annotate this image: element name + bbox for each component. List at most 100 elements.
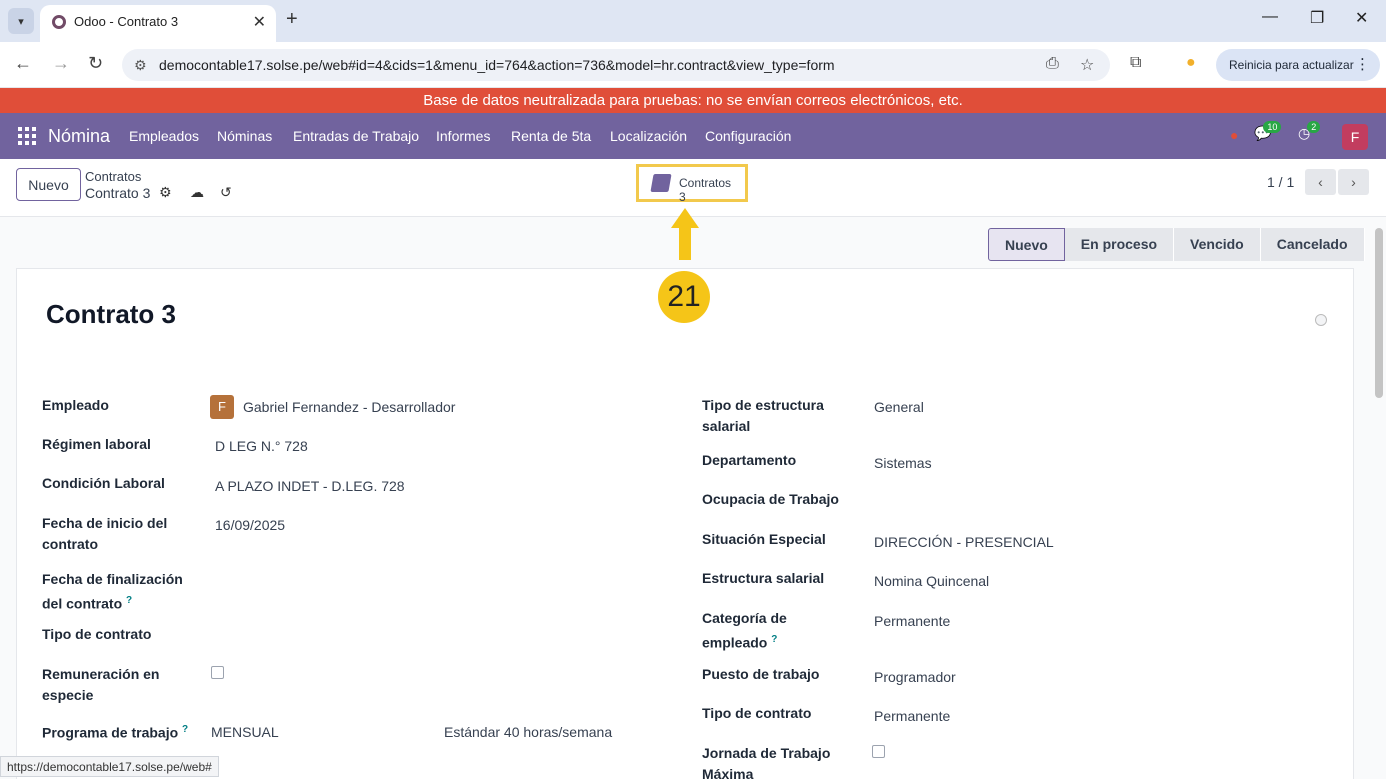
maximize-icon[interactable]: ❐ bbox=[1310, 8, 1324, 28]
browser-toolbar: ← → ↻ ⚙ democontable17.solse.pe/web#id=4… bbox=[0, 42, 1386, 88]
label-programa-text: Programa de trabajo bbox=[42, 724, 179, 741]
label-estructura-salarial: Estructura salarial bbox=[702, 570, 825, 586]
user-avatar[interactable]: F bbox=[1342, 124, 1368, 150]
label-categoria-line2: empleado bbox=[702, 634, 768, 651]
label-tipo-estructura-line2: salarial bbox=[702, 418, 751, 434]
label-jornada-line2: Máxima bbox=[702, 766, 754, 779]
address-bar[interactable]: ⚙ democontable17.solse.pe/web#id=4&cids=… bbox=[122, 49, 1110, 81]
help-icon[interactable]: ? bbox=[126, 595, 132, 606]
record-title[interactable]: Contrato 3 bbox=[46, 299, 176, 330]
annotation-arrow-stem bbox=[679, 227, 691, 260]
tab-search-button[interactable]: ▾ bbox=[8, 8, 34, 34]
field-estructura-salarial[interactable]: Nomina Quincenal bbox=[874, 573, 989, 589]
field-tipo-estructura-salarial[interactable]: General bbox=[874, 399, 924, 415]
tab-close-icon[interactable]: ✕ bbox=[253, 12, 266, 32]
label-departamento: Departamento bbox=[702, 452, 797, 468]
field-tipo-contrato[interactable]: Permanente bbox=[874, 708, 950, 724]
field-programa-trabajo[interactable]: MENSUAL bbox=[211, 724, 279, 740]
pager-next-button[interactable]: › bbox=[1338, 169, 1369, 195]
menu-empleados[interactable]: Empleados bbox=[129, 128, 199, 144]
stage-en-proceso[interactable]: En proceso bbox=[1064, 228, 1175, 261]
pager-value[interactable]: 1 / 1 bbox=[1267, 174, 1294, 190]
kanban-state-icon[interactable] bbox=[1315, 314, 1327, 326]
field-departamento[interactable]: Sistemas bbox=[874, 455, 932, 471]
label-remuneracion-line1: Remuneración en bbox=[42, 666, 160, 682]
menu-entradas-de-trabajo[interactable]: Entradas de Trabajo bbox=[293, 128, 419, 144]
field-puesto-trabajo[interactable]: Programador bbox=[874, 669, 956, 685]
messages-count-badge: 10 bbox=[1263, 121, 1282, 133]
app-brand[interactable]: Nómina bbox=[48, 126, 110, 147]
label-ocupacion-trabajo: Ocupacia de Trabajo bbox=[702, 491, 839, 507]
label-fecha-fin: Fecha de finalización del contrato ? bbox=[42, 569, 183, 615]
field-situacion-especial[interactable]: DIRECCIÓN - PRESENCIAL bbox=[874, 534, 1054, 550]
more-options-icon[interactable]: ⋮ bbox=[1355, 55, 1370, 73]
messages-icon[interactable]: 💬 10 bbox=[1254, 121, 1282, 142]
cloud-save-icon[interactable]: ☁ bbox=[190, 184, 204, 201]
label-situacion-especial: Situación Especial bbox=[702, 531, 826, 547]
bookmark-star-icon[interactable]: ☆ bbox=[1080, 55, 1094, 75]
install-app-icon[interactable]: ⎙ bbox=[1046, 55, 1059, 73]
new-tab-button[interactable]: + bbox=[286, 8, 298, 31]
checkbox-remuneracion-especie[interactable] bbox=[211, 666, 224, 679]
browser-tabbar: ▾ Odoo - Contrato 3 ✕ + — ❐ ✕ bbox=[0, 0, 1386, 42]
label-tipo-estructura-salarial: Tipo de estructura salarial bbox=[702, 395, 824, 437]
gear-icon[interactable]: ⚙ bbox=[159, 184, 172, 201]
label-remuneracion-line2: especie bbox=[42, 687, 94, 703]
profile-icon[interactable]: ● bbox=[1186, 54, 1196, 72]
status-dot-icon[interactable]: ● bbox=[1230, 127, 1238, 143]
new-record-button[interactable]: Nuevo bbox=[16, 168, 81, 201]
apps-menu-icon[interactable] bbox=[18, 127, 36, 145]
pager-previous-button[interactable]: ‹ bbox=[1305, 169, 1336, 195]
help-icon[interactable]: ? bbox=[771, 634, 777, 645]
chevron-right-icon: › bbox=[1351, 174, 1356, 190]
stage-nuevo[interactable]: Nuevo bbox=[988, 228, 1065, 261]
menu-renta-de-5ta[interactable]: Renta de 5ta bbox=[511, 128, 591, 144]
breadcrumb-contratos[interactable]: Contratos bbox=[85, 169, 141, 184]
chevron-left-icon: ‹ bbox=[1318, 174, 1323, 190]
form-sheet: Contrato 3 Empleado F Gabriel Fernandez … bbox=[16, 268, 1354, 779]
checkbox-jornada-maxima[interactable] bbox=[872, 745, 885, 758]
menu-nominas[interactable]: Nóminas bbox=[217, 128, 272, 144]
field-condicion-laboral[interactable]: A PLAZO INDET - D.LEG. 728 bbox=[215, 478, 405, 494]
help-icon[interactable]: ? bbox=[182, 724, 188, 735]
contracts-smart-button[interactable]: Contratos 3 bbox=[636, 164, 748, 204]
label-tipo-contrato-right: Tipo de contrato bbox=[702, 705, 812, 721]
label-fecha-fin-line1: Fecha de finalización bbox=[42, 571, 183, 587]
forward-icon[interactable]: → bbox=[52, 53, 70, 74]
annotation-step-badge: 21 bbox=[658, 271, 710, 323]
field-fecha-inicio[interactable]: 16/09/2025 bbox=[215, 517, 285, 533]
activities-count-badge: 2 bbox=[1307, 121, 1321, 133]
field-regimen-laboral[interactable]: D LEG N.° 728 bbox=[215, 438, 308, 454]
tab-title: Odoo - Contrato 3 bbox=[74, 14, 179, 29]
url-text[interactable]: democontable17.solse.pe/web#id=4&cids=1&… bbox=[159, 57, 835, 73]
menu-localizacion[interactable]: Localización bbox=[610, 128, 687, 144]
label-fecha-inicio-line2: contrato bbox=[42, 536, 98, 552]
menu-configuracion[interactable]: Configuración bbox=[705, 128, 791, 144]
label-programa-trabajo: Programa de trabajo ? bbox=[42, 719, 188, 744]
label-fecha-fin-line2: del contrato bbox=[42, 595, 123, 612]
activities-icon[interactable]: ◷ 2 bbox=[1298, 121, 1321, 142]
field-categoria-empleado[interactable]: Permanente bbox=[874, 613, 950, 629]
restart-to-update-button[interactable]: Reinicia para actualizar ⋮ bbox=[1216, 49, 1380, 81]
field-empleado[interactable]: Gabriel Fernandez - Desarrollador bbox=[243, 399, 455, 415]
menu-informes[interactable]: Informes bbox=[436, 128, 490, 144]
label-jornada-line1: Jornada de Trabajo bbox=[702, 745, 831, 761]
site-settings-icon[interactable]: ⚙ bbox=[134, 57, 147, 74]
browser-tab[interactable]: Odoo - Contrato 3 ✕ bbox=[40, 5, 276, 42]
page-scrollbar[interactable] bbox=[1375, 228, 1383, 398]
label-categoria-line1: Categoría de bbox=[702, 610, 787, 626]
reload-icon[interactable]: ↻ bbox=[88, 53, 103, 74]
extensions-icon[interactable]: ⧉ bbox=[1130, 54, 1141, 72]
minimize-icon[interactable]: — bbox=[1262, 8, 1278, 26]
label-tipo-estructura-line1: Tipo de estructura bbox=[702, 397, 824, 413]
label-categoria-empleado: Categoría de empleado ? bbox=[702, 608, 787, 654]
stage-cancelado[interactable]: Cancelado bbox=[1260, 228, 1365, 261]
link-preview-status: https://democontable17.solse.pe/web# bbox=[0, 756, 219, 777]
label-condicion-laboral: Condición Laboral bbox=[42, 475, 165, 491]
close-window-icon[interactable]: ✕ bbox=[1355, 8, 1368, 28]
back-icon[interactable]: ← bbox=[14, 53, 32, 74]
discard-icon[interactable]: ↺ bbox=[220, 184, 232, 201]
odoo-favicon-icon bbox=[52, 15, 66, 29]
employee-avatar: F bbox=[210, 395, 234, 419]
stage-vencido[interactable]: Vencido bbox=[1174, 228, 1261, 261]
